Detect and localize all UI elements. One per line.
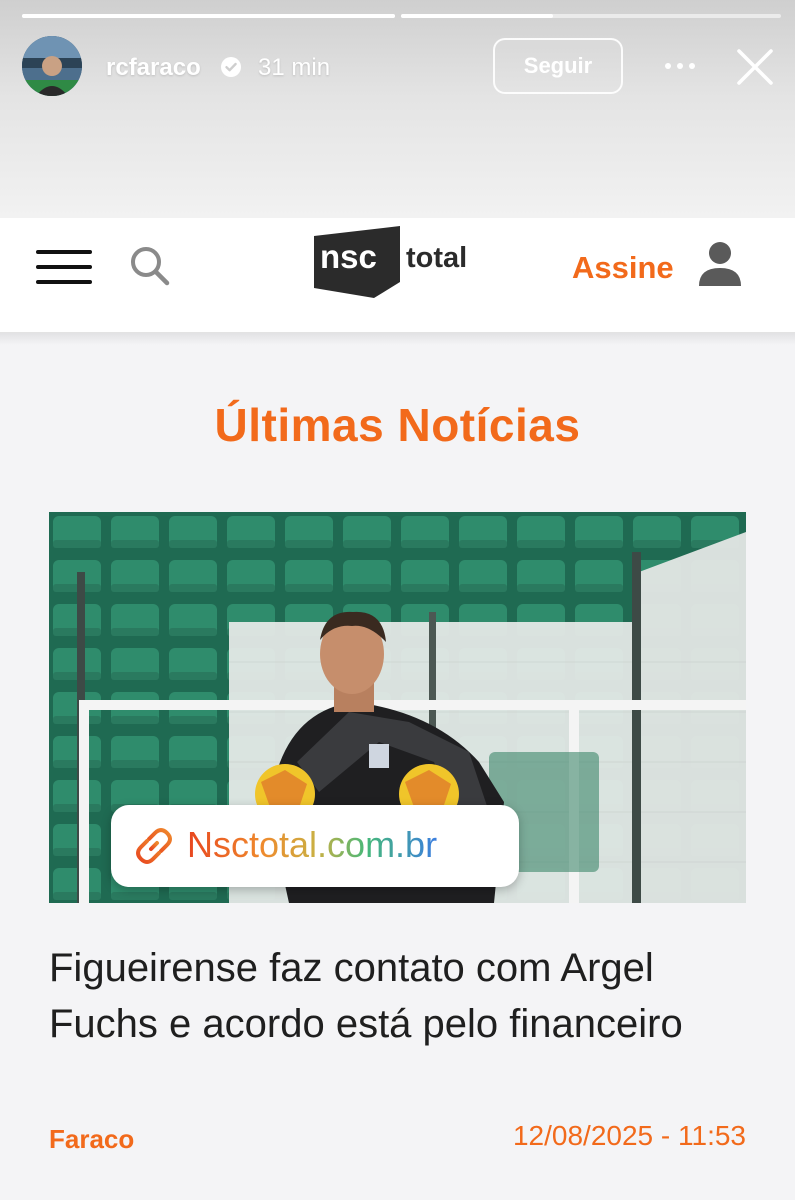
follow-button[interactable]: Seguir: [493, 38, 623, 94]
link-sticker[interactable]: Nsctotal.com.br: [111, 805, 519, 887]
article-headline[interactable]: Figueirense faz contato com Argel Fuchs …: [49, 940, 749, 1052]
link-icon: [136, 828, 172, 864]
site-header: nsc total Assine: [0, 218, 795, 333]
close-icon[interactable]: [734, 46, 776, 88]
search-icon[interactable]: [128, 244, 172, 288]
article-date: 12/08/2025 - 11:53: [512, 1120, 746, 1151]
avatar[interactable]: [22, 36, 82, 96]
post-time: 31 min: [258, 54, 331, 81]
nsc-total-logo[interactable]: nsc total: [312, 224, 492, 302]
logo-nsc-text: nsc: [320, 238, 377, 275]
menu-icon[interactable]: [36, 250, 92, 284]
username[interactable]: rcfaraco: [106, 54, 201, 82]
link-url-text: Nsctotal.com.br: [187, 824, 438, 865]
verified-badge-icon: [221, 57, 241, 77]
story-progress-bar-2: [401, 14, 781, 18]
more-options-icon[interactable]: [660, 56, 700, 76]
section-title: Últimas Notícias: [214, 399, 581, 451]
header-shadow: [0, 333, 795, 345]
logo-total-text: total: [406, 242, 467, 274]
subscribe-link[interactable]: Assine: [572, 250, 674, 286]
story-header: rcfaraco 31 min Seguir: [0, 0, 795, 218]
story-progress-bar-1: [22, 14, 395, 18]
article-author[interactable]: Faraco: [49, 1124, 134, 1155]
user-icon[interactable]: [697, 240, 743, 288]
